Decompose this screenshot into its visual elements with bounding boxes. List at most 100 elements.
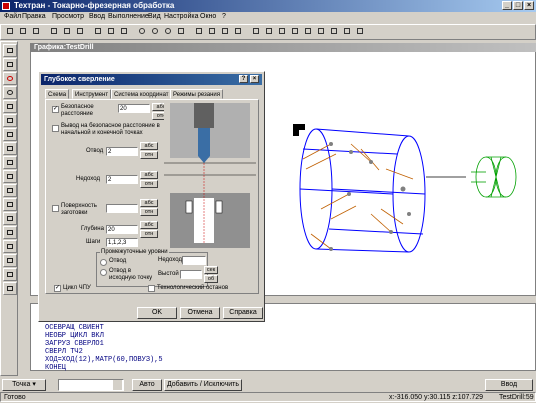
tab-coordinate-system[interactable]: Система координат [111, 89, 172, 99]
view-iso-icon[interactable] [233, 26, 245, 38]
undershoot-otn-button[interactable]: отн [140, 180, 158, 188]
pan-icon[interactable] [176, 26, 188, 38]
step-icon[interactable] [106, 26, 118, 38]
save-icon[interactable] [31, 26, 43, 38]
depth-abs-button[interactable]: абс [140, 221, 158, 229]
output-safe-checkbox[interactable] [52, 125, 59, 132]
surface-icon[interactable] [3, 128, 17, 141]
open-icon[interactable] [18, 26, 30, 38]
pocket-icon[interactable] [3, 156, 17, 169]
undershoot-abs-button[interactable]: абс [140, 171, 158, 179]
circle-icon[interactable] [3, 72, 17, 85]
menu-view[interactable]: Просмотр [52, 13, 84, 20]
settings-icon[interactable] [355, 26, 367, 38]
surface-otn-button[interactable]: отн [140, 208, 158, 216]
enter-button[interactable]: Ввод [485, 379, 533, 391]
dwell-input[interactable] [180, 270, 202, 279]
point-icon[interactable] [3, 58, 17, 71]
sec-button[interactable]: сек [204, 266, 218, 274]
minimize-button[interactable]: _ [502, 1, 512, 10]
face-icon[interactable] [3, 212, 17, 225]
tech-stop-label: Технологический останов [157, 285, 229, 291]
groove-icon[interactable] [3, 198, 17, 211]
thread-icon[interactable] [3, 184, 17, 197]
cycle-icon[interactable] [3, 268, 17, 281]
refresh-icon[interactable] [342, 26, 354, 38]
auto-button[interactable]: Авто [132, 379, 162, 391]
view-front-icon[interactable] [194, 26, 206, 38]
new-icon[interactable] [5, 26, 17, 38]
ok-button[interactable]: OK [137, 307, 177, 319]
graphics-title: Графика:TestDrill [30, 43, 536, 52]
retract-input[interactable]: 2 [106, 147, 138, 156]
menu-bar: Файл Правка Просмотр Ввод Выполнение Вид… [0, 12, 536, 23]
tab-tool[interactable]: Инструмент [72, 89, 112, 99]
cancel-button[interactable]: Отмена [180, 307, 220, 319]
dialog-close-button[interactable]: × [250, 75, 259, 83]
mill-icon[interactable] [3, 240, 17, 253]
fixture-icon[interactable] [303, 26, 315, 38]
point-combo[interactable] [58, 379, 124, 391]
stop-icon[interactable] [119, 26, 131, 38]
drilling-scheme-diagram [164, 103, 256, 248]
tool-icon[interactable] [251, 26, 263, 38]
chevron-down-icon[interactable] [113, 380, 122, 390]
tech-stop-checkbox[interactable] [148, 285, 155, 292]
zoom-out-icon[interactable] [150, 26, 162, 38]
surface-checkbox[interactable] [52, 205, 59, 212]
contour-icon[interactable] [3, 100, 17, 113]
safe-distance-input[interactable]: 20 [118, 104, 150, 113]
stock-icon[interactable] [290, 26, 302, 38]
shade-icon[interactable] [316, 26, 328, 38]
depth-input[interactable]: 20 [106, 225, 138, 234]
steps-input[interactable]: 1,1,2,3 [106, 238, 138, 247]
view-side-icon[interactable] [220, 26, 232, 38]
plane-icon[interactable] [3, 114, 17, 127]
transform-icon[interactable] [3, 282, 17, 295]
cnc-cycle-checkbox[interactable]: ✓ [54, 285, 61, 292]
return-radio[interactable] [100, 269, 107, 276]
tab-scheme[interactable]: Схема [45, 89, 70, 99]
menu-file[interactable]: Файл [4, 13, 21, 20]
tab-cutting-modes[interactable]: Режимы резания [170, 89, 224, 99]
path-icon[interactable] [264, 26, 276, 38]
wire-icon[interactable] [329, 26, 341, 38]
retract-otn-button[interactable]: отн [140, 151, 158, 159]
menu-edit[interactable]: Правка [22, 13, 46, 20]
retract-abs-button[interactable]: абс [140, 142, 158, 150]
safe-distance-checkbox[interactable]: ✓ [52, 106, 59, 113]
undershoot2-input[interactable] [182, 256, 206, 265]
paste-icon[interactable] [75, 26, 87, 38]
maximize-button[interactable]: □ [513, 1, 523, 10]
tap-icon[interactable] [3, 254, 17, 267]
point-button[interactable]: Точка ▾ [2, 379, 46, 391]
part-icon[interactable] [277, 26, 289, 38]
bore-icon[interactable] [3, 226, 17, 239]
menu-settings[interactable]: Настройка [164, 13, 198, 20]
retract-radio[interactable] [100, 259, 107, 266]
undershoot-input[interactable]: 2 [106, 175, 138, 184]
zoom-in-icon[interactable] [137, 26, 149, 38]
depth-otn-button[interactable]: отн [140, 230, 158, 238]
menu-help[interactable]: ? [222, 13, 226, 20]
surface-abs-button[interactable]: абс [140, 199, 158, 207]
view-top-icon[interactable] [207, 26, 219, 38]
drill-icon[interactable] [3, 142, 17, 155]
cut-icon[interactable] [49, 26, 61, 38]
close-button[interactable]: × [524, 1, 534, 10]
dialog-help-button[interactable]: ? [239, 75, 248, 83]
line-icon[interactable] [3, 44, 17, 57]
help-button[interactable]: Справка [223, 307, 263, 319]
menu-view2[interactable]: Вид [148, 13, 161, 20]
add-remove-button[interactable]: Добавить / Исключить [164, 379, 242, 391]
copy-icon[interactable] [62, 26, 74, 38]
menu-input[interactable]: Ввод [89, 13, 105, 20]
ob-button[interactable]: об [204, 275, 218, 283]
arc-icon[interactable] [3, 86, 17, 99]
surface-input[interactable] [106, 204, 138, 213]
run-icon[interactable] [93, 26, 105, 38]
menu-run[interactable]: Выполнение [108, 13, 149, 20]
menu-window[interactable]: Окно [200, 13, 216, 20]
turn-icon[interactable] [3, 170, 17, 183]
zoom-fit-icon[interactable] [163, 26, 175, 38]
